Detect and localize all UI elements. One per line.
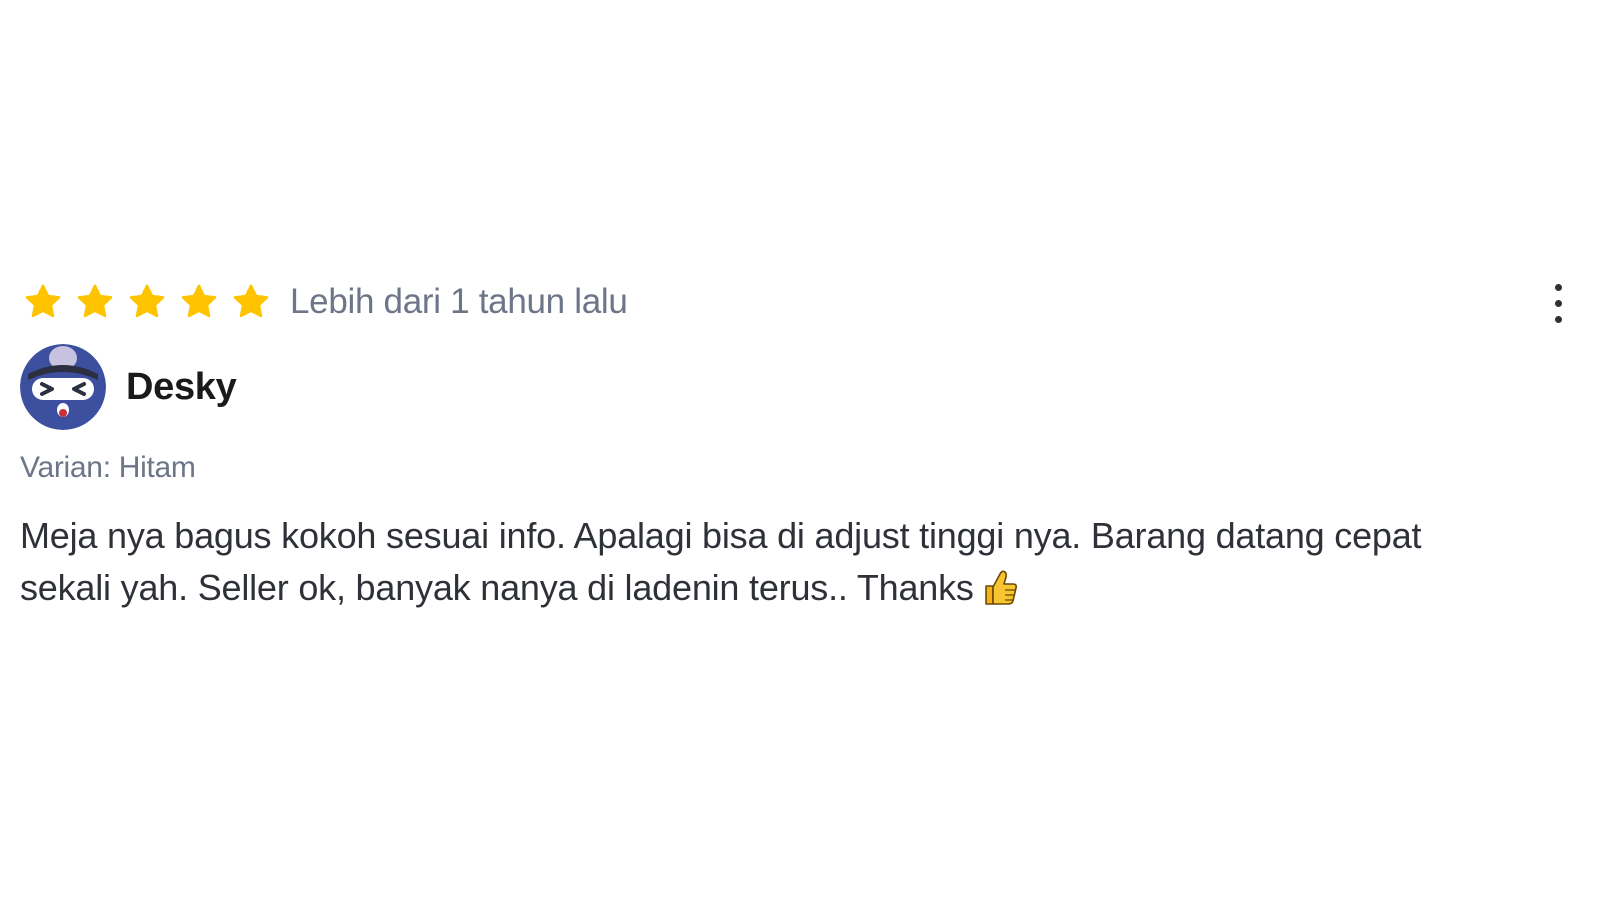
more-vertical-icon	[1554, 283, 1562, 291]
review-header: Lebih dari 1 tahun lalu	[20, 278, 1585, 326]
review-card: Lebih dari 1 tahun lalu Desky Varian: Hi…	[20, 278, 1585, 614]
avatar[interactable]	[20, 344, 106, 430]
reviewer-name[interactable]: Desky	[126, 366, 237, 409]
more-options-button[interactable]	[1543, 276, 1573, 330]
thumbs-up-icon	[984, 570, 1017, 605]
review-timestamp: Lebih dari 1 tahun lalu	[290, 282, 628, 321]
review-body: Meja nya bagus kokoh sesuai info. Apalag…	[20, 510, 1500, 614]
cartoon-avatar-icon	[20, 344, 106, 430]
reviewer-info: Desky	[20, 344, 1585, 430]
star-icon	[129, 284, 165, 318]
product-variant: Varian: Hitam	[20, 451, 196, 484]
review-text: Meja nya bagus kokoh sesuai info. Apalag…	[20, 515, 1422, 608]
star-icon	[233, 284, 269, 318]
star-icon	[25, 284, 61, 318]
star-icon	[77, 284, 113, 318]
star-rating	[24, 283, 270, 321]
star-icon	[181, 284, 217, 318]
